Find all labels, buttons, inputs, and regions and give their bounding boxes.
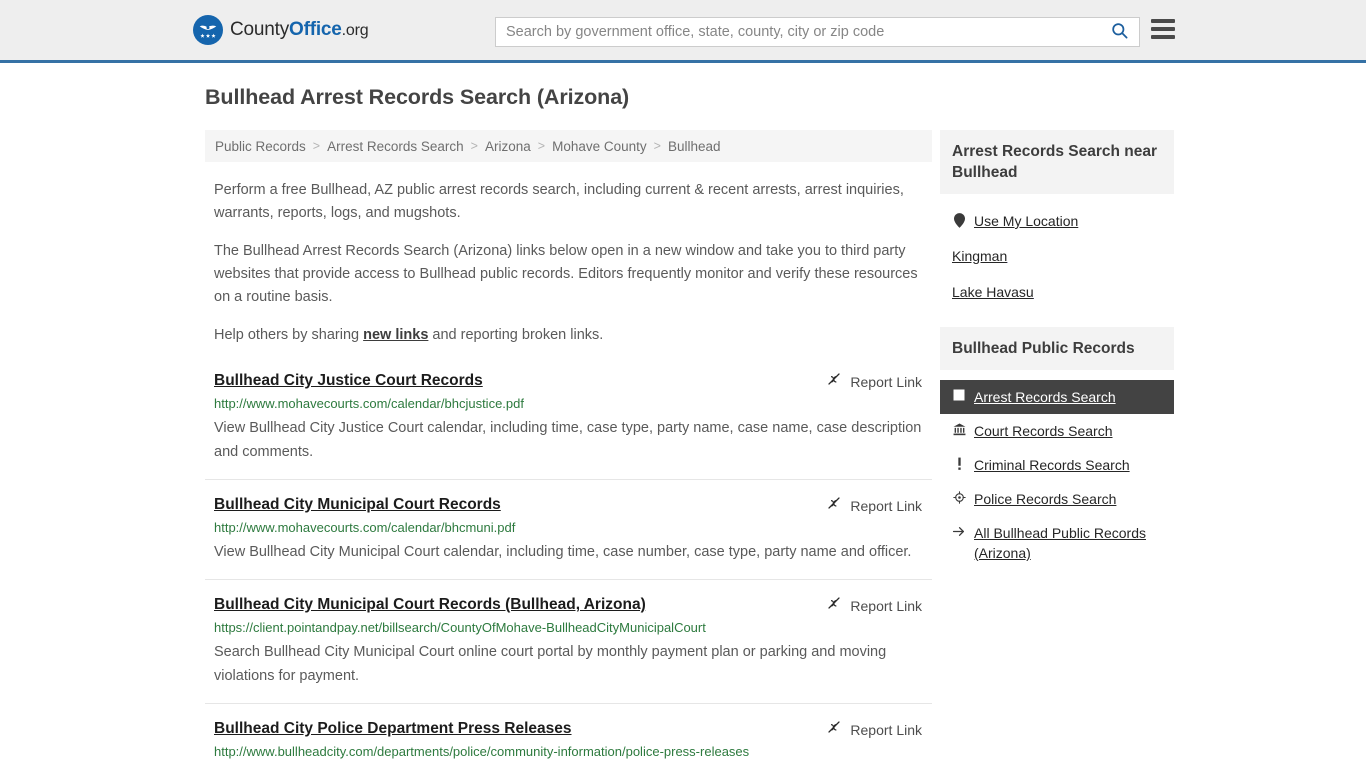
logo-text-county: County [230, 19, 290, 40]
eagle-seal-icon [193, 15, 223, 45]
sidebar-item-court-records-search[interactable]: Court Records Search [940, 414, 1174, 448]
courthouse-icon [952, 423, 966, 436]
result-item: Bullhead City Municipal Court Records (B… [205, 580, 932, 704]
sidebar-item-label: Criminal Records Search [974, 457, 1130, 473]
result-item: Bullhead City Municipal Court Records Re… [205, 480, 932, 580]
search-icon [1110, 21, 1129, 43]
sidebar: Arrest Records Search near Bullhead Use … [940, 130, 1174, 768]
broken-link-icon [827, 596, 843, 615]
site-logo-text: CountyOffice.org [230, 19, 369, 41]
sidebar-item-police-records-search[interactable]: Police Records Search [940, 482, 1174, 516]
hamburger-menu-icon[interactable] [1151, 19, 1175, 39]
menu-bar-1 [1151, 19, 1175, 23]
public-records-panel-body: Arrest Records Search Court Records Sear… [940, 370, 1174, 572]
broken-link-icon [827, 720, 843, 739]
breadcrumb-separator: > [653, 139, 661, 153]
nearby-city-lake-havasu[interactable]: Lake Havasu [940, 274, 1174, 310]
new-links-link[interactable]: new links [363, 327, 428, 343]
intro-paragraph-2: The Bullhead Arrest Records Search (Ariz… [214, 243, 918, 305]
result-title-link[interactable]: Bullhead City Police Department Press Re… [214, 719, 572, 739]
page-container: Bullhead Arrest Records Search (Arizona)… [0, 63, 1366, 768]
map-pin-icon [952, 213, 966, 228]
share-text-after: and reporting broken links. [428, 327, 604, 343]
report-link-label: Report Link [850, 721, 922, 738]
nearby-searches-panel: Arrest Records Search near Bullhead Use … [940, 130, 1174, 312]
result-url[interactable]: http://www.bullheadcity.com/departments/… [214, 743, 922, 761]
results-list: Bullhead City Justice Court Records Repo… [205, 356, 932, 768]
result-header: Bullhead City Municipal Court Records (B… [214, 595, 922, 615]
result-description: View Bullhead City Municipal Court calen… [214, 544, 912, 560]
report-link-label: Report Link [850, 597, 922, 614]
share-text-before: Help others by sharing [214, 327, 364, 343]
search-input[interactable] [496, 19, 1106, 45]
result-title-link[interactable]: Bullhead City Justice Court Records [214, 371, 483, 391]
result-title-link[interactable]: Bullhead City Municipal Court Records (B… [214, 595, 646, 615]
sidebar-item-label: Arrest Records Search [974, 389, 1116, 405]
menu-bar-3 [1151, 35, 1175, 39]
sidebar-item-criminal-records-search[interactable]: Criminal Records Search [940, 448, 1174, 482]
public-records-panel-heading: Bullhead Public Records [940, 327, 1174, 370]
content-columns: Public Records > Arrest Records Search >… [205, 130, 1366, 768]
sidebar-item-label: Court Records Search [974, 423, 1113, 439]
intro-paragraph-3: Help others by sharing new links and rep… [214, 324, 922, 347]
site-header: CountyOffice.org [0, 0, 1366, 63]
result-title-link[interactable]: Bullhead City Municipal Court Records [214, 495, 501, 515]
result-item: Bullhead City Police Department Press Re… [205, 704, 932, 768]
report-link-button[interactable]: Report Link [827, 496, 922, 515]
result-header: Bullhead City Police Department Press Re… [214, 719, 922, 739]
result-description: View Bullhead City Justice Court calenda… [214, 420, 922, 460]
breadcrumb-item-mohave-county[interactable]: Mohave County [552, 139, 647, 154]
report-link-button[interactable]: Report Link [827, 596, 922, 615]
sidebar-item-label: All Bullhead Public Records (Arizona) [974, 525, 1146, 561]
page-title: Bullhead Arrest Records Search (Arizona) [205, 85, 630, 109]
logo-text-org: .org [341, 22, 369, 39]
nearby-city-kingman[interactable]: Kingman [940, 238, 1174, 274]
result-description: View Bullhead City Police Department pre… [214, 764, 922, 768]
breadcrumb: Public Records > Arrest Records Search >… [205, 130, 932, 162]
result-description: Search Bullhead City Municipal Court onl… [214, 644, 887, 684]
intro-paragraph-1: Perform a free Bullhead, AZ public arres… [214, 182, 904, 221]
use-my-location-link[interactable]: Use My Location [940, 204, 1174, 238]
result-url[interactable]: http://www.mohavecourts.com/calendar/bhc… [214, 395, 922, 413]
intro-section: Perform a free Bullhead, AZ public arres… [205, 179, 932, 347]
nearby-panel-body: Use My Location Kingman Lake Havasu [940, 194, 1174, 312]
sidebar-item-arrest-records-search[interactable]: Arrest Records Search [940, 380, 1174, 414]
police-badge-icon [952, 491, 966, 504]
breadcrumb-separator: > [537, 139, 546, 153]
main-column: Public Records > Arrest Records Search >… [205, 130, 932, 768]
result-header: Bullhead City Municipal Court Records Re… [214, 495, 922, 515]
use-my-location-label: Use My Location [974, 213, 1079, 229]
result-url[interactable]: http://www.mohavecourts.com/calendar/bhc… [214, 519, 922, 537]
sidebar-item-all-public-records[interactable]: All Bullhead Public Records (Arizona) [940, 516, 1174, 570]
site-logo[interactable]: CountyOffice.org [193, 15, 369, 45]
result-item: Bullhead City Justice Court Records Repo… [205, 356, 932, 480]
breadcrumb-item-arrest-records-search[interactable]: Arrest Records Search [327, 139, 464, 154]
sidebar-item-label: Police Records Search [974, 491, 1117, 507]
exclamation-icon [952, 457, 966, 471]
result-url[interactable]: https://client.pointandpay.net/billsearc… [214, 619, 922, 637]
report-link-button[interactable]: Report Link [827, 720, 922, 739]
report-link-button[interactable]: Report Link [827, 372, 922, 391]
menu-bar-2 [1151, 27, 1175, 31]
nearby-city-label: Kingman [952, 248, 1008, 264]
arrow-right-icon [952, 525, 966, 538]
report-link-label: Report Link [850, 497, 922, 514]
broken-link-icon [827, 496, 843, 515]
breadcrumb-item-public-records[interactable]: Public Records [215, 139, 306, 154]
fingerprint-card-icon [952, 389, 966, 401]
nearby-panel-heading: Arrest Records Search near Bullhead [940, 130, 1174, 194]
result-header: Bullhead City Justice Court Records Repo… [214, 371, 922, 391]
nearby-city-label: Lake Havasu [952, 284, 1034, 300]
public-records-panel: Bullhead Public Records Arrest Records S… [940, 327, 1174, 572]
logo-text-office: Office [289, 19, 342, 40]
broken-link-icon [827, 372, 843, 391]
breadcrumb-item-bullhead[interactable]: Bullhead [668, 139, 721, 154]
report-link-label: Report Link [850, 373, 922, 390]
breadcrumb-separator: > [470, 139, 478, 153]
breadcrumb-separator: > [312, 139, 321, 153]
search-bar[interactable] [495, 17, 1140, 47]
breadcrumb-item-arizona[interactable]: Arizona [485, 139, 531, 154]
search-button[interactable] [1106, 21, 1139, 43]
